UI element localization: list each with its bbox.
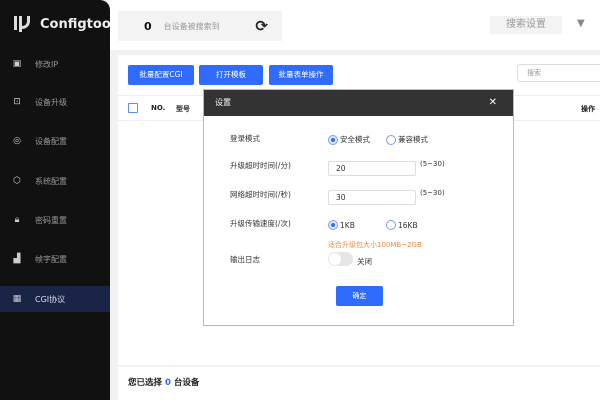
sidebar-item-device-upgrade[interactable]: ⊡ 设备升级	[0, 89, 110, 115]
sidebar-item-label: 密码重置	[35, 215, 67, 225]
lock-icon: 🔒︎	[14, 215, 20, 225]
sidebar-item-password-reset[interactable]: 🔒︎ 密码重置	[0, 207, 110, 233]
column-model: 型号	[176, 105, 190, 113]
radio-label: 16KB	[398, 220, 418, 230]
radio-label: 安全模式	[340, 135, 370, 144]
app-title: Configtool	[40, 16, 116, 32]
selected-count: 0	[164, 378, 171, 388]
sidebar-item-label: 设备升级	[35, 97, 67, 107]
confirm-button[interactable]: 确定	[336, 286, 383, 306]
search-settings-button[interactable]: 搜索设置	[490, 16, 562, 34]
selection-footer: 您已选择 0 台设备	[118, 367, 600, 400]
bar-chart-icon: ▟	[13, 254, 21, 264]
device-count-label: 台设备被搜索到	[163, 21, 220, 31]
modal-header: 设置 ✕	[204, 90, 513, 116]
gear-icon: ⬡	[13, 176, 21, 186]
device-count-box: 0 台设备被搜索到 ⟳	[118, 11, 282, 41]
sidebar-item-label: 帧字配置	[35, 254, 67, 264]
open-template-button[interactable]: 打开模板	[199, 65, 263, 85]
transfer-speed-label: 升级传输速度(/次)	[230, 219, 291, 228]
target-icon: ◎	[13, 136, 21, 146]
login-mode-label: 登录模式	[230, 134, 260, 143]
radio-secure-mode[interactable]: 安全模式	[328, 134, 370, 145]
sidebar-item-modify-ip[interactable]: ▣ 修改IP	[0, 51, 110, 77]
radio-label: 兼容模式	[398, 135, 428, 144]
sidebar-item-system-config[interactable]: ⬡ 系统配置	[0, 168, 110, 194]
batch-form-button[interactable]: 批量表单操作	[269, 65, 333, 85]
sidebar-item-label: 设备配置	[35, 136, 67, 146]
upgrade-timeout-label: 升级超时时间(/分)	[230, 161, 291, 170]
sidebar-item-device-config[interactable]: ◎ 设备配置	[0, 128, 110, 154]
sidebar-item-label: CGI协议	[35, 294, 66, 304]
footer-prefix: 您已选择	[128, 378, 163, 388]
upgrade-timeout-input[interactable]: 20	[328, 161, 416, 176]
upgrade-timeout-range: (5~30)	[420, 160, 445, 168]
sidebar-item-label: 修改IP	[35, 59, 59, 69]
column-no: NO.	[151, 104, 166, 112]
sidebar-item-label: 系统配置	[35, 176, 67, 186]
batch-config-cgi-button[interactable]: 批量配置CGI	[128, 65, 194, 85]
device-count: 0	[144, 19, 152, 33]
log-output-label: 输出日志	[230, 255, 260, 264]
radio-1kb[interactable]: 1KB	[328, 220, 355, 230]
logo-icon	[14, 16, 30, 32]
topbar: 0 台设备被搜索到 ⟳ 搜索设置 ▼	[110, 0, 600, 50]
log-output-toggle[interactable]	[328, 252, 353, 266]
log-output-state: 关闭	[357, 257, 372, 266]
refresh-icon[interactable]: ⟳	[255, 17, 268, 35]
network-timeout-input[interactable]: 30	[328, 190, 416, 205]
network-timeout-range: (5~30)	[420, 189, 445, 197]
sidebar-item-osd-config[interactable]: ▟ 帧字配置	[0, 246, 110, 272]
radio-label: 1KB	[340, 220, 355, 230]
settings-modal: 设置 ✕ 登录模式 安全模式 兼容模式 升级超时时间(/分) 20 (5~30)…	[203, 89, 514, 326]
modal-title: 设置	[215, 98, 231, 107]
radio-16kb[interactable]: 16KB	[386, 220, 418, 230]
sidebar: Configtool ▣ 修改IP ⊡ 设备升级 ◎ 设备配置 ⬡ 系统配置 🔒︎ 密码重…	[0, 0, 115, 400]
logo: Configtool	[12, 14, 115, 34]
filter-icon[interactable]: ▼	[577, 18, 585, 29]
qr-icon: ▦	[12, 294, 22, 304]
close-icon[interactable]: ✕	[489, 90, 497, 116]
column-actions: 操作	[581, 105, 595, 113]
upload-icon: ⊡	[13, 97, 21, 107]
transfer-speed-hint: 适合升级包大小100MB~2GB	[328, 241, 422, 249]
ip-icon: ▣	[12, 59, 22, 69]
search-input[interactable]: 搜索	[517, 64, 600, 82]
network-timeout-label: 网络超时时间(/秒)	[230, 190, 291, 199]
select-all-checkbox[interactable]	[128, 103, 138, 113]
footer-suffix: 台设备	[173, 378, 200, 388]
sidebar-item-cgi[interactable]: ▦ CGI协议	[0, 286, 110, 312]
radio-compat-mode[interactable]: 兼容模式	[386, 134, 428, 145]
